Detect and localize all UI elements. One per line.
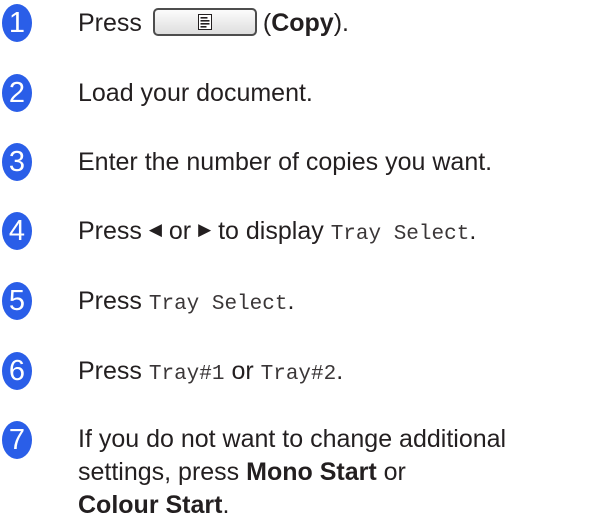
mono-start-key-label: Mono Start bbox=[246, 458, 377, 486]
step-text: Enter the number of copies you want. bbox=[78, 148, 493, 176]
step-text: Press Tray#1 or Tray#2. bbox=[78, 352, 607, 394]
press-word: Press bbox=[78, 357, 142, 385]
step-line-2: settings, press bbox=[78, 458, 240, 486]
right-arrow-icon: ▶ bbox=[198, 220, 212, 240]
step-number-badge: 6 bbox=[2, 352, 32, 390]
or-word: or bbox=[231, 357, 254, 385]
punctuation: ). bbox=[333, 9, 349, 37]
copy-document-icon bbox=[197, 14, 212, 31]
punctuation: . bbox=[336, 357, 344, 385]
step-line-1: If you do not want to change additional bbox=[78, 425, 507, 453]
copy-key-label: Copy bbox=[271, 9, 334, 37]
step-text: Press Tray Select. bbox=[78, 282, 607, 324]
left-arrow-icon: ◀ bbox=[148, 220, 162, 240]
menu-option-tray-select: Tray Select bbox=[148, 293, 288, 316]
menu-option-tray-1: Tray#1 bbox=[148, 363, 225, 386]
step-text: Load your document. bbox=[78, 79, 313, 107]
or-word: or bbox=[383, 458, 406, 486]
press-word: Press bbox=[78, 287, 142, 315]
press-word: Press bbox=[78, 9, 142, 37]
colour-start-key-label: Colour Start bbox=[78, 491, 223, 519]
step-text: Press (Copy). bbox=[78, 8, 349, 37]
copy-key-button bbox=[152, 8, 257, 37]
punctuation: . bbox=[287, 287, 295, 315]
step-number-badge: 1 bbox=[2, 4, 32, 42]
or-word: or bbox=[168, 217, 192, 245]
punctuation: . bbox=[222, 491, 230, 519]
step-number-badge: 5 bbox=[2, 282, 32, 320]
step-number-badge: 2 bbox=[2, 74, 32, 112]
step-number-badge: 3 bbox=[2, 143, 32, 181]
press-word: Press bbox=[78, 217, 142, 245]
to-display-text: to display bbox=[218, 217, 324, 245]
step-number-badge: 4 bbox=[2, 212, 32, 250]
menu-option-tray-2: Tray#2 bbox=[260, 363, 337, 386]
copy-tray-selection-steps: 1 Press (Copy). 2 Load your document. 3 … bbox=[0, 0, 607, 528]
step-number-badge: 7 bbox=[2, 421, 32, 459]
step-text: If you do not want to change additional s… bbox=[78, 423, 607, 522]
punctuation: . bbox=[469, 217, 477, 245]
menu-option-tray-select: Tray Select bbox=[330, 223, 470, 246]
step-text: Press ◀ or ▶ to display Tray Select. bbox=[78, 212, 607, 254]
